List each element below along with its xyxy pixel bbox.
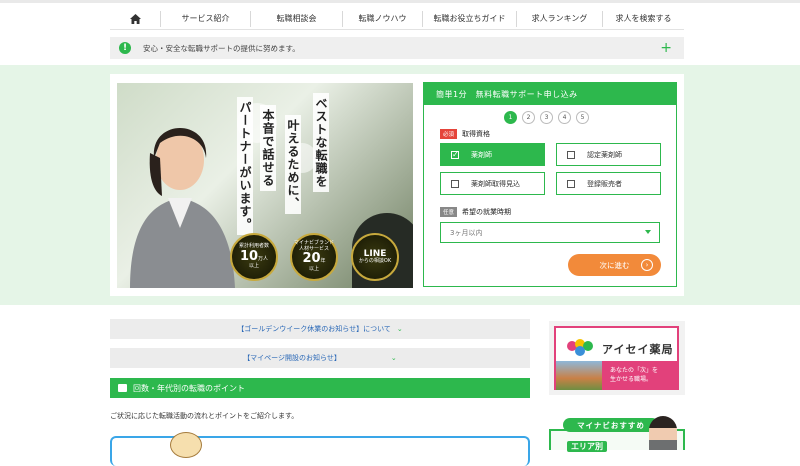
badge-number: 10 bbox=[239, 248, 259, 264]
nav-consultation[interactable]: 転職相談会 bbox=[250, 10, 342, 27]
chevron-down-icon: ⌄ bbox=[390, 354, 397, 362]
dropdown-arrow-icon bbox=[645, 230, 651, 234]
accordion-label: 【マイページ開設のお知らせ】 bbox=[243, 354, 341, 362]
option-label: 認定薬剤師 bbox=[587, 150, 622, 159]
section-title: 回数・年代別の転職のポイント bbox=[133, 383, 245, 393]
qualification-label-row: 必須 取得資格 bbox=[440, 129, 490, 139]
advisor-photo bbox=[649, 416, 677, 450]
required-tag: 必須 bbox=[440, 129, 458, 139]
accordion-label: 【ゴールデンウイーク休業のお知らせ】について bbox=[237, 325, 391, 333]
step-3: 3 bbox=[540, 111, 553, 124]
period-value: 3ヶ月以内 bbox=[450, 228, 483, 237]
hero-banner[interactable]: ベストな転職を 叶えるために、 本音で話せる パートナーがいます。 累計利用者数… bbox=[117, 83, 413, 288]
checkbox-icon bbox=[451, 179, 459, 188]
nav-ranking[interactable]: 求人ランキング bbox=[516, 10, 602, 27]
step-1: 1 bbox=[504, 111, 517, 124]
nav-label: 転職相談会 bbox=[276, 14, 317, 23]
line-badge: LINE からの相談OK bbox=[351, 233, 399, 281]
option-label: 薬剤師取得見込 bbox=[471, 179, 520, 188]
character-illustration bbox=[170, 432, 202, 458]
nav-service[interactable]: サービス紹介 bbox=[160, 10, 250, 27]
qualification-label: 取得資格 bbox=[462, 130, 491, 138]
nav-label: 求人を検索する bbox=[615, 14, 672, 23]
years-badge: マイナビブランド 人材サービス 20年 以上 bbox=[290, 233, 338, 281]
nav-knowhow[interactable]: 転職ノウハウ bbox=[342, 10, 422, 27]
checkbox-icon bbox=[567, 150, 575, 159]
option-label: 登録販売者 bbox=[587, 179, 622, 188]
ad-copy: あなたの「次」を 生かせる職場。 bbox=[602, 361, 677, 390]
badge-sub: 以上 bbox=[308, 266, 319, 273]
area-link[interactable]: エリア別 bbox=[567, 441, 607, 452]
option-registered-seller[interactable]: 登録販売者 bbox=[556, 172, 661, 195]
accordion-holiday-notice[interactable]: 【ゴールデンウイーク休業のお知らせ】について ⌄ bbox=[110, 319, 530, 339]
exclamation-icon: ! bbox=[119, 42, 131, 54]
period-select[interactable]: 3ヶ月以内 bbox=[440, 222, 660, 243]
plus-icon[interactable]: + bbox=[660, 40, 672, 56]
checkbox-icon bbox=[567, 179, 575, 188]
badge-number: 20 bbox=[302, 251, 321, 267]
option-certified-pharmacist[interactable]: 認定薬剤師 bbox=[556, 143, 661, 166]
checkbox-checked-icon: ✓ bbox=[451, 149, 459, 159]
nav-search[interactable]: 求人を検索する bbox=[602, 10, 684, 27]
next-button[interactable]: 次に進む › bbox=[568, 254, 661, 276]
step-4: 4 bbox=[558, 111, 571, 124]
clover-logo-icon bbox=[567, 339, 593, 356]
ad-copy-line: あなたの「次」を bbox=[610, 367, 659, 374]
accordion-mypage-notice[interactable]: 【マイページ開設のお知らせ】 ⌄ bbox=[110, 348, 530, 368]
nav-label: 転職ノウハウ bbox=[358, 14, 407, 23]
global-nav: サービス紹介 転職相談会 転職ノウハウ 転職お役立ちガイド 求人ランキング 求人… bbox=[110, 8, 684, 30]
pharmacy-photo bbox=[556, 361, 602, 390]
nav-home[interactable] bbox=[110, 11, 160, 27]
badge-unit: 万人 bbox=[258, 255, 269, 262]
badge-unit: 年 bbox=[320, 258, 326, 265]
ad-copy-line: 生かせる職場。 bbox=[610, 376, 653, 383]
signup-form: 簡単1分 無料転職サポート申し込み 1 2 3 4 5 必須 取得資格 ✓ 薬剤… bbox=[423, 82, 677, 287]
next-button-label: 次に進む bbox=[599, 260, 630, 270]
recommend-block[interactable]: マイナビおすすめ エリア別 bbox=[549, 416, 685, 452]
option-pharmacist[interactable]: ✓ 薬剤師 bbox=[440, 143, 545, 166]
nav-label: 転職お役立ちガイド bbox=[433, 14, 506, 23]
notice-text: 安心・安全な転職サポートの提供に努めます。 bbox=[143, 43, 300, 53]
period-label: 希望の就業時期 bbox=[462, 208, 512, 216]
badge-sub: からの相談OK bbox=[358, 258, 392, 265]
thumbs-up-icon bbox=[118, 384, 127, 392]
hero-copy-line: ベストな転職を bbox=[313, 93, 329, 192]
nav-label: 求人ランキング bbox=[531, 14, 588, 23]
option-pharmacist-expected[interactable]: 薬剤師取得見込 bbox=[440, 172, 545, 195]
form-header: 簡単1分 無料転職サポート申し込み bbox=[424, 83, 676, 105]
notice-bar[interactable]: ! 安心・安全な転職サポートの提供に努めます。 + bbox=[110, 37, 684, 59]
hero-copy-line: パートナーがいます。 bbox=[237, 97, 253, 235]
sidebar-ad-aisei[interactable]: アイセイ薬局 あなたの「次」を 生かせる職場。 bbox=[549, 321, 685, 395]
ad-brand-name: アイセイ薬局 bbox=[602, 343, 674, 356]
chevron-down-icon: ⌄ bbox=[396, 325, 403, 333]
users-badge: 累計利用者数 10万人 以上 bbox=[230, 233, 278, 281]
chevron-right-icon: › bbox=[641, 259, 653, 271]
woman-photo bbox=[130, 128, 235, 288]
step-indicator: 1 2 3 4 5 bbox=[504, 111, 589, 124]
section-heading: 回数・年代別の転職のポイント bbox=[110, 378, 530, 398]
home-icon bbox=[129, 13, 141, 24]
period-label-row: 任意 希望の就業時期 bbox=[440, 207, 511, 217]
nav-label: サービス紹介 bbox=[181, 14, 230, 23]
hero-copy-line: 叶えるために、 bbox=[285, 115, 301, 214]
nav-guide[interactable]: 転職お役立ちガイド bbox=[422, 10, 516, 27]
top-divider bbox=[0, 0, 800, 3]
option-label: 薬剤師 bbox=[471, 150, 492, 159]
ad-frame: アイセイ薬局 あなたの「次」を 生かせる職場。 bbox=[554, 326, 679, 390]
step-2: 2 bbox=[522, 111, 535, 124]
optional-tag: 任意 bbox=[440, 207, 458, 217]
section-intro: ご状況に応じた転職活動の流れとポイントをご紹介します。 bbox=[110, 412, 299, 420]
hero-copy-line: 本音で話せる bbox=[260, 105, 276, 191]
recommend-title: マイナビおすすめ bbox=[563, 418, 659, 432]
step-5: 5 bbox=[576, 111, 589, 124]
badge-sub: 以上 bbox=[248, 263, 259, 270]
